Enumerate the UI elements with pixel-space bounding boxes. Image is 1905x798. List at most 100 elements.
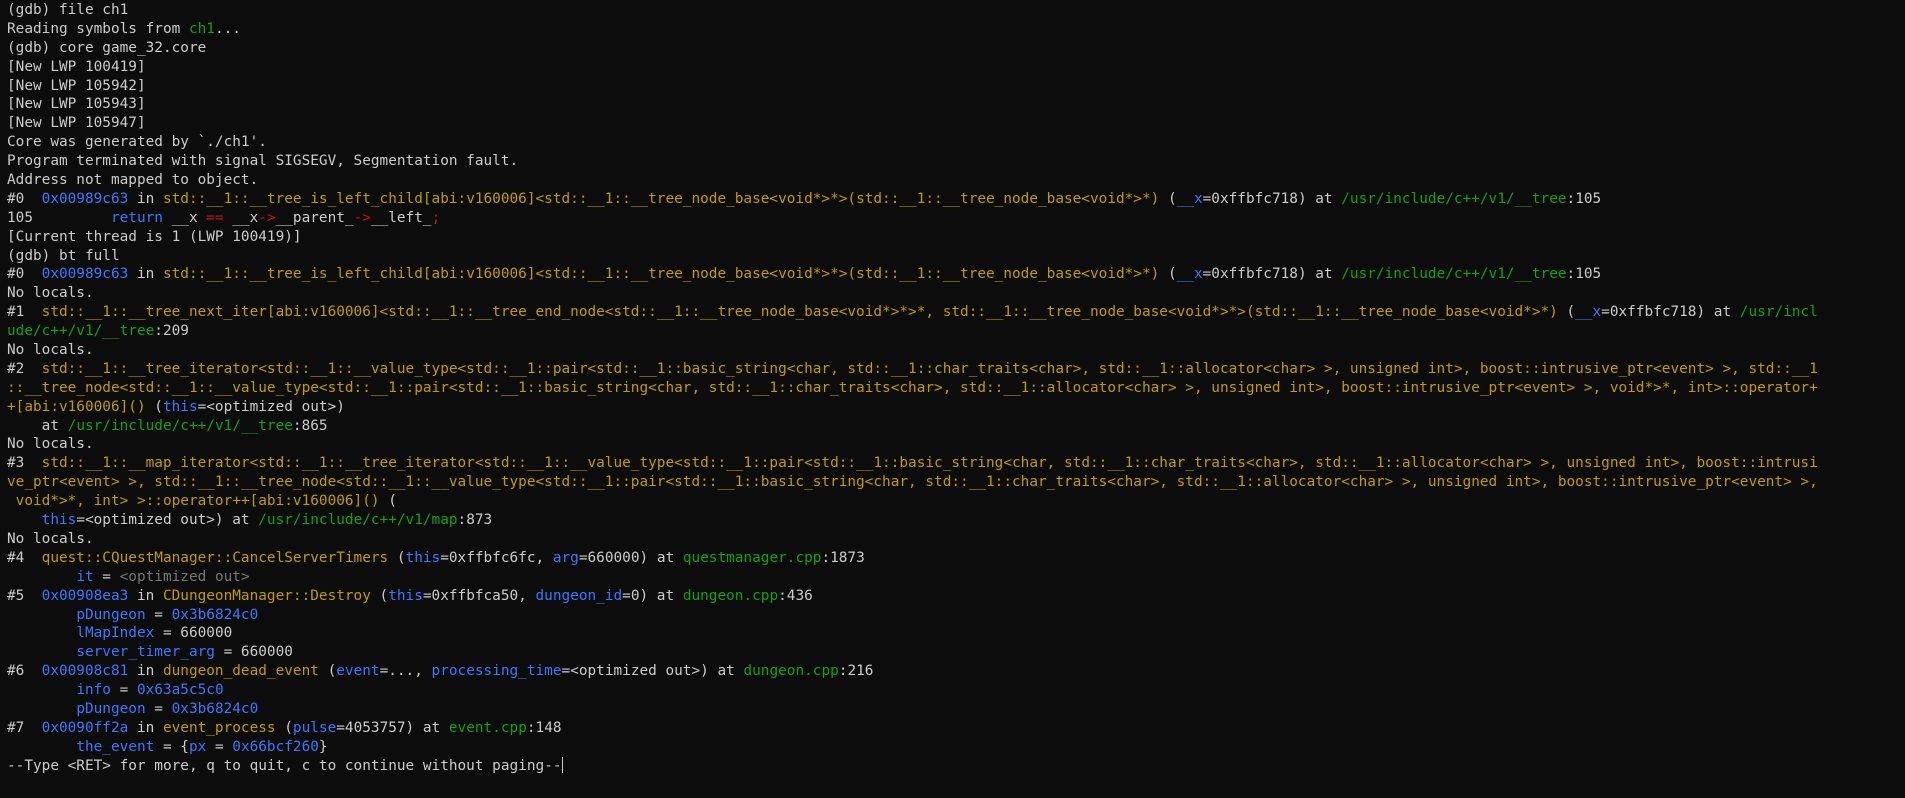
terminal-text-segment: :1873 (821, 549, 865, 566)
terminal-text-segment: std::__1::__tree_is_left_child[abi:v1600… (162, 266, 1160, 283)
terminal-text-segment: ( (1557, 304, 1576, 321)
terminal-text-segment: ch1 (188, 20, 215, 37)
terminal-text-segment: [New LWP 100419] (7, 58, 146, 75)
terminal-text-segment: event.cpp (448, 719, 527, 736)
terminal-text-segment: info (76, 682, 111, 699)
terminal-line: [New LWP 100419] (7, 58, 1899, 77)
terminal-text-segment: =<optimized out>) (197, 398, 345, 415)
terminal-text-segment: std::__1::__map_iterator<std::__1::__tre… (41, 455, 1818, 472)
terminal-text-segment: :105 (1566, 190, 1602, 207)
terminal-line: #4 quest::CQuestManager::CancelServerTim… (7, 549, 1899, 568)
terminal-text-segment: pDungeon (76, 606, 146, 623)
terminal-text-segment: ( (388, 549, 406, 566)
terminal-text-segment: this (41, 512, 77, 529)
terminal-text-segment: 0x0090ff2a (41, 719, 129, 736)
terminal-text-segment: in (128, 266, 163, 283)
terminal-text-segment: Core was generated by `./ch1'. (7, 134, 267, 151)
terminal-text-segment: ( (275, 719, 293, 736)
terminal-text-segment: #0 (7, 266, 42, 283)
terminal-text-segment: == (206, 209, 224, 226)
terminal-line: pDungeon = 0x3b6824c0 (7, 606, 1899, 625)
terminal-text-segment: __x (223, 209, 259, 226)
terminal-text-segment: std::__1::__tree_is_left_child[abi:v1600… (162, 190, 1160, 207)
terminal-text-segment: #3 (7, 455, 42, 472)
terminal-text-segment: ::__tree_node<std::__1::__value_type<std… (7, 379, 1818, 396)
terminal-line: info = 0x63a5c5c0 (7, 681, 1899, 700)
terminal-text-segment: =0xffbfc718) at (1202, 190, 1342, 207)
terminal-text-segment: =..., (379, 663, 432, 680)
terminal-text-segment: 0x00989c63 (41, 190, 129, 207)
terminal-line: No locals. (7, 435, 1899, 454)
terminal-text-segment: this (162, 398, 198, 415)
terminal-text-segment: processing_time (431, 663, 562, 680)
terminal-line: 105 return __x == __x->__parent_->__left… (7, 209, 1899, 228)
terminal-text-segment: __x (1575, 304, 1602, 321)
terminal-output[interactable]: (gdb) file ch1 Reading symbols from ch1..… (7, 1, 1899, 791)
text-cursor (561, 756, 563, 773)
terminal-text-segment: quest::CQuestManager::CancelServerTimers (41, 549, 389, 566)
terminal-text-segment: :865 (292, 417, 328, 434)
terminal-text-segment: =0xffbfc6fc, (440, 549, 553, 566)
terminal-text-segment: :148 (526, 719, 562, 736)
terminal-text-segment: ( (145, 398, 163, 415)
terminal-text-segment: = (110, 682, 137, 699)
terminal-text-segment: #4 (7, 549, 42, 566)
terminal-text-segment: /usr/incl (1739, 304, 1818, 321)
terminal-text-segment: dungeon_dead_event (162, 663, 319, 680)
terminal-text-segment: =660000) at (578, 549, 683, 566)
terminal-text-segment: = { (154, 738, 189, 755)
terminal-line: lMapIndex = 660000 (7, 624, 1899, 643)
terminal-text-segment: __x (1176, 190, 1203, 207)
terminal-text-segment: =<optimized out>) at (76, 512, 259, 529)
terminal-text-segment: No locals. (7, 342, 94, 359)
terminal-text-segment: Program terminated with signal SIGSEGV, … (7, 153, 519, 170)
terminal-line: Program terminated with signal SIGSEGV, … (7, 152, 1899, 171)
terminal-text-segment: questmanager.cpp (682, 549, 822, 566)
terminal-text-segment: dungeon_id (535, 587, 623, 604)
terminal-text-segment: ( (379, 493, 397, 510)
terminal-line: #0 0x00989c63 in std::__1::__tree_is_lef… (7, 265, 1899, 284)
terminal-text-segment: __x (1176, 266, 1203, 283)
terminal-text-segment: /usr/include/c++/v1/__tree (67, 417, 293, 434)
terminal-text-segment: pulse (292, 719, 337, 736)
terminal-text-segment: :873 (457, 512, 493, 529)
terminal-text-segment: Address not mapped to object. (7, 172, 259, 189)
terminal-line: #3 std::__1::__map_iterator<std::__1::__… (7, 454, 1899, 473)
terminal-text-segment: ( (370, 587, 389, 604)
terminal-line: at /usr/include/c++/v1/__tree:865 (7, 417, 1899, 436)
terminal-text-segment: =0) at (622, 587, 683, 604)
terminal-line: Reading symbols from ch1... (7, 20, 1899, 39)
terminal-text-segment: 0x66bcf260 (232, 738, 319, 755)
terminal-text-segment: dungeon.cpp (743, 663, 839, 680)
terminal-text-segment: 0x63a5c5c0 (136, 682, 224, 699)
terminal-text-segment: 0x00989c63 (41, 266, 129, 283)
terminal-text-segment: return (110, 209, 163, 226)
terminal-text-segment: arg (552, 549, 579, 566)
terminal-text-segment: ; (431, 209, 441, 226)
terminal-text-segment: __x (162, 209, 207, 226)
terminal-text-segment: the_event (76, 738, 155, 755)
terminal-text-segment: = (145, 700, 172, 717)
terminal-text-segment: :436 (778, 587, 813, 604)
terminal-text-segment: --Type <RET> for more, q to quit, c to c… (7, 757, 562, 774)
terminal-line: [New LWP 105947] (7, 114, 1899, 133)
terminal-line: Core was generated by `./ch1'. (7, 133, 1899, 152)
terminal-text-segment: = (93, 568, 120, 585)
terminal-line: #0 0x00989c63 in std::__1::__tree_is_lef… (7, 190, 1899, 209)
terminal-text-segment: = 660000 (154, 625, 233, 642)
terminal-line: ::__tree_node<std::__1::__value_type<std… (7, 379, 1899, 398)
terminal-text-segment: 0x00908c81 (41, 663, 129, 680)
terminal-text-segment: = (206, 738, 233, 755)
terminal-text-segment: ( (1159, 266, 1177, 283)
terminal-text-segment: __parent_ (275, 209, 354, 226)
terminal-line: #1 std::__1::__tree_next_iter[abi:v16000… (7, 303, 1899, 322)
terminal-text-segment: px (188, 738, 207, 755)
terminal-line: --Type <RET> for more, q to quit, c to c… (7, 756, 1899, 776)
terminal-text-segment: 105 (7, 209, 111, 226)
terminal-line: server_timer_arg = 660000 (7, 643, 1899, 662)
terminal-text-segment: ( (318, 663, 337, 680)
